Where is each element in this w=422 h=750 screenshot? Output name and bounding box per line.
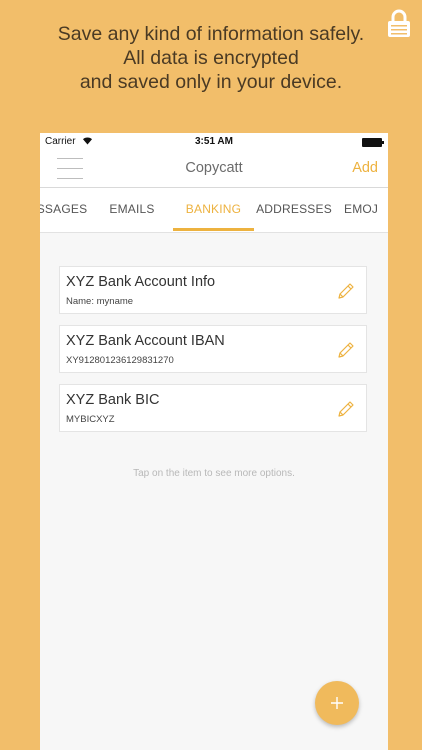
list-item[interactable]: XYZ Bank BIC MYBICXYZ bbox=[59, 384, 367, 432]
app-title: Copycatt bbox=[185, 160, 243, 176]
tab-banking[interactable]: BANKING bbox=[173, 188, 254, 231]
status-time: 3:51 AM bbox=[195, 136, 233, 147]
category-tabs: SSAGES EMAILS BANKING ADDRESSES EMOJ bbox=[40, 188, 388, 233]
tab-emoji[interactable]: EMOJ bbox=[344, 188, 388, 231]
navigation-bar: Copycatt Add bbox=[40, 151, 388, 188]
status-bar: Carrier 3:51 AM bbox=[40, 133, 388, 151]
tab-messages[interactable]: SSAGES bbox=[40, 188, 88, 231]
item-title: XYZ Bank Account IBAN bbox=[66, 333, 225, 349]
tab-addresses[interactable]: ADDRESSES bbox=[254, 188, 334, 231]
promo-line-2: All data is encrypted bbox=[123, 47, 299, 69]
hint-text: Tap on the item to see more options. bbox=[133, 468, 295, 479]
lock-icon bbox=[388, 9, 410, 37]
pencil-icon[interactable] bbox=[336, 281, 356, 301]
item-title: XYZ Bank BIC bbox=[66, 392, 160, 408]
battery-icon bbox=[362, 138, 384, 147]
phone-screen: Carrier 3:51 AM Copycatt Add SSAGES EMAI… bbox=[40, 133, 388, 750]
promo-text: Save any kind of information safely. All… bbox=[0, 22, 422, 94]
item-title: XYZ Bank Account Info bbox=[66, 274, 216, 290]
add-item-button[interactable] bbox=[315, 681, 359, 725]
list-item[interactable]: XYZ Bank Account Info Name: myname bbox=[59, 266, 367, 314]
add-button[interactable]: Add bbox=[352, 160, 378, 176]
item-subtitle: MYBICXYZ bbox=[66, 414, 115, 425]
item-subtitle: Name: myname bbox=[66, 296, 134, 307]
plus-icon bbox=[331, 697, 343, 709]
pencil-icon[interactable] bbox=[336, 399, 356, 419]
promo-line-3: and saved only in your device. bbox=[79, 71, 343, 93]
list-item[interactable]: XYZ Bank Account IBAN XY9128012361298312… bbox=[59, 325, 367, 373]
promo-line-1: Save any kind of information safely. bbox=[57, 23, 365, 45]
item-subtitle: XY912801236129831270 bbox=[66, 355, 174, 366]
tab-emails[interactable]: EMAILS bbox=[102, 188, 162, 231]
pencil-icon[interactable] bbox=[336, 340, 356, 360]
